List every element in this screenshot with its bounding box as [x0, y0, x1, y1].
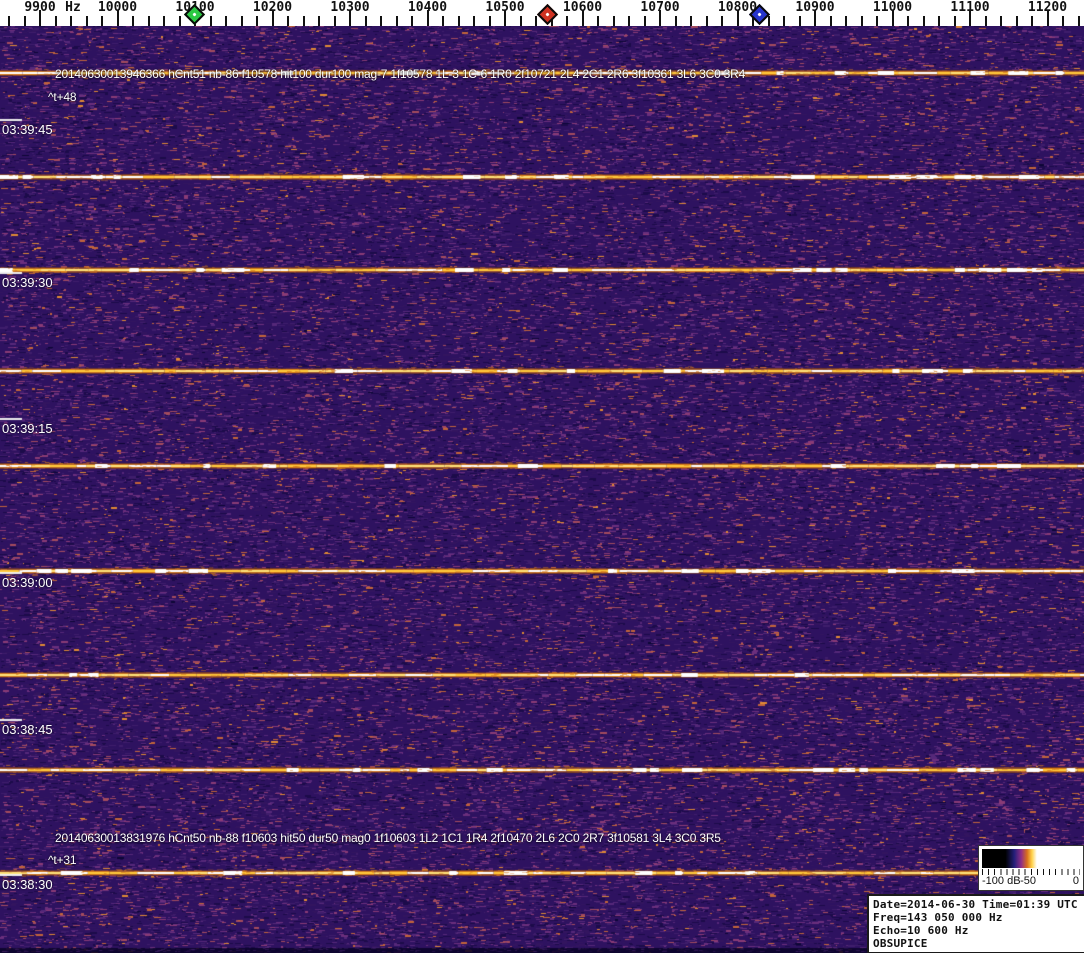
- ruler-tick: [721, 16, 723, 26]
- ruler-label: 11100: [950, 0, 990, 15]
- ruler-tick: [938, 16, 940, 26]
- intensity-scale: -100 dB -50 0: [978, 845, 1084, 891]
- info-line-echo: Echo=10 600 Hz: [873, 924, 969, 937]
- detection-annotation: 20140630013946366 hCnt51 nb-86 f10578 hi…: [55, 67, 746, 81]
- time-label: 03:39:15: [2, 421, 53, 436]
- ruler-tick: [101, 16, 103, 26]
- ruler-label: 10400: [407, 0, 448, 15]
- ruler-tick: [767, 16, 770, 26]
- ruler-tick: [380, 16, 382, 26]
- info-line-station: OBSUPICE: [873, 937, 928, 950]
- ruler-tick: [442, 16, 444, 26]
- ruler-tick: [907, 16, 909, 26]
- ruler-tick: [23, 16, 26, 26]
- ruler-tick: [8, 16, 10, 26]
- ruler-label: 10300: [330, 0, 370, 15]
- ruler-tick: [1077, 16, 1080, 26]
- ruler-tick: [922, 16, 925, 26]
- ruler-tick: [54, 16, 57, 26]
- ruler-tick: [566, 16, 568, 26]
- ruler-tick: [473, 16, 475, 26]
- ruler-tick: [845, 16, 847, 26]
- ruler-tick: [690, 16, 692, 26]
- ruler-label: 10500: [485, 0, 525, 15]
- time-label: 03:39:00: [2, 575, 53, 590]
- ruler-tick: [333, 16, 336, 26]
- ruler-label: 11000: [872, 0, 913, 15]
- ruler-tick: [457, 16, 460, 26]
- scale-label-mid: -50: [1020, 875, 1036, 887]
- meteor-echo-app-window: Hz 9900100001010010200103001040010500106…: [0, 0, 1084, 953]
- scale-label-min: -100 dB: [982, 875, 1021, 887]
- time-label: 03:39:30: [2, 275, 53, 290]
- time-offset-annotation: ^t+48: [48, 90, 77, 104]
- ruler-tick: [364, 16, 367, 26]
- ruler-label: 10700: [640, 0, 680, 15]
- ruler-tick: [783, 16, 785, 26]
- ruler-tick: [85, 16, 88, 26]
- ruler-tick: [411, 16, 413, 26]
- ruler-tick: [535, 16, 537, 26]
- ruler-tick: [1015, 16, 1018, 26]
- ruler-tick: [302, 16, 305, 26]
- ruler-tick: [395, 16, 398, 26]
- ruler-tick: [178, 16, 181, 26]
- ruler-tick: [209, 16, 212, 26]
- ruler-tick: [798, 16, 801, 26]
- ruler-tick: [147, 16, 150, 26]
- time-label: 03:38:30: [2, 877, 53, 892]
- info-line-date: Date=2014-06-30 Time=01:39 UTC: [873, 898, 1078, 911]
- ruler-label: 10000: [97, 0, 138, 15]
- freq-marker-red[interactable]: [536, 3, 559, 26]
- scale-label-max: 0: [1072, 875, 1079, 887]
- ruler-tick: [225, 16, 227, 26]
- ruler-unit-label: Hz: [65, 0, 81, 15]
- ruler-tick: [240, 16, 243, 26]
- ruler-tick: [287, 16, 289, 26]
- time-offset-annotation: ^t+31: [48, 853, 77, 867]
- ruler-tick: [70, 16, 72, 26]
- ruler-label: 11200: [1027, 0, 1068, 15]
- ruler-tick: [674, 16, 677, 26]
- ruler-tick: [612, 16, 615, 26]
- ruler-tick: [876, 16, 878, 26]
- spectrogram-canvas: [0, 26, 1084, 953]
- intensity-scale-labels: -100 dB -50 0: [982, 875, 1080, 889]
- ruler-tick: [1000, 16, 1002, 26]
- status-info-box: Date=2014-06-30 Time=01:39 UTC Freq=143 …: [867, 894, 1084, 953]
- ruler-tick: [597, 16, 599, 26]
- ruler-tick: [860, 16, 863, 26]
- ruler-tick: [519, 16, 522, 26]
- ruler-label: 10200: [252, 0, 293, 15]
- ruler-tick: [256, 16, 258, 26]
- ruler-tick: [953, 16, 956, 26]
- ruler-tick: [1031, 16, 1033, 26]
- ruler-label: 9900: [24, 0, 56, 15]
- ruler-tick: [829, 16, 832, 26]
- ruler-tick: [705, 16, 708, 26]
- detection-annotation: 20140630013831976 hCnt50 nb-88 f10603 hi…: [55, 831, 721, 845]
- time-label: 03:38:45: [2, 722, 53, 737]
- ruler-tick: [163, 16, 165, 26]
- ruler-tick: [488, 16, 491, 26]
- frequency-ruler: Hz 9900100001010010200103001040010500106…: [0, 0, 1084, 26]
- time-label: 03:39:45: [2, 122, 53, 137]
- intensity-gradient-bar: [982, 849, 1080, 868]
- ruler-tick: [1062, 16, 1064, 26]
- ruler-tick: [628, 16, 630, 26]
- ruler-tick: [643, 16, 646, 26]
- ruler-label: 10600: [562, 0, 603, 15]
- ruler-tick: [318, 16, 320, 26]
- ruler-label: 10900: [795, 0, 835, 15]
- ruler-tick: [132, 16, 134, 26]
- ruler-tick: [984, 16, 987, 26]
- info-line-freq: Freq=143 050 000 Hz: [873, 911, 1003, 924]
